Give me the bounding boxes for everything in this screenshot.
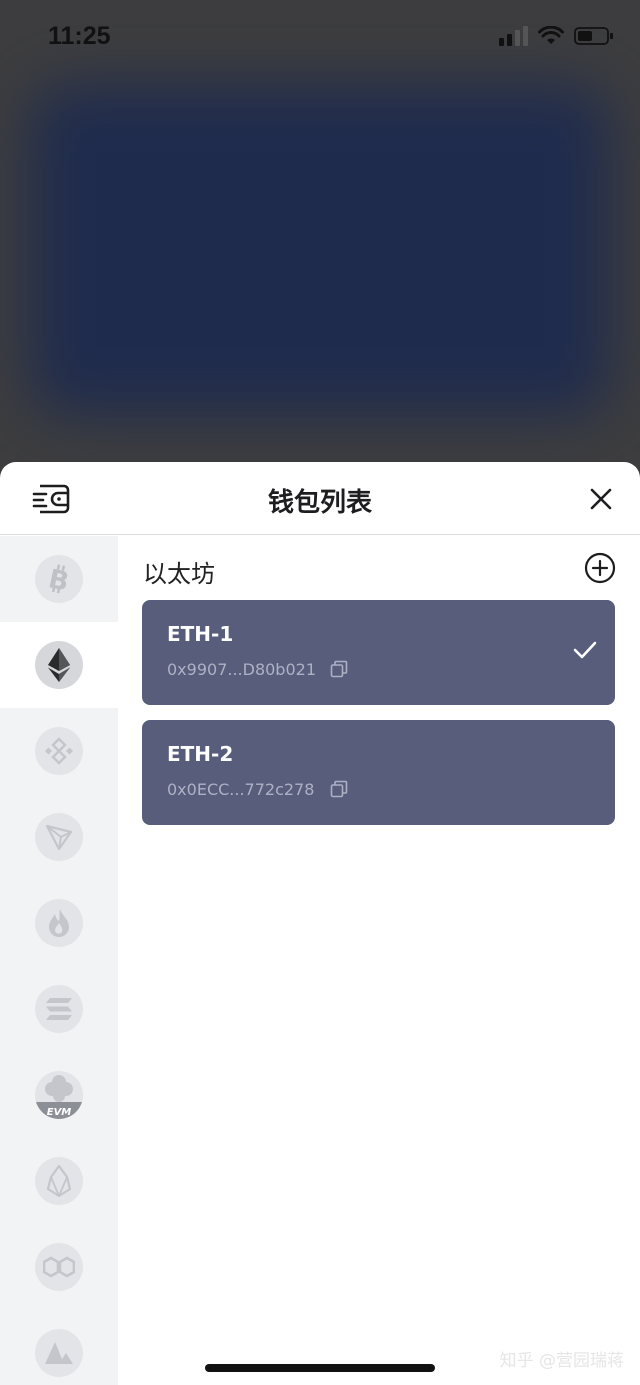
heco-flame-icon: [49, 909, 69, 937]
chain-item-tron[interactable]: [0, 794, 118, 880]
copy-icon[interactable]: [330, 660, 348, 678]
watermark: 知乎 @营园瑞蒋: [499, 1351, 624, 1371]
status-time: 11:25: [48, 22, 111, 50]
close-icon[interactable]: [588, 486, 614, 512]
wallet-card-eth-2[interactable]: ETH-2 0x0ECC...772c278: [142, 720, 615, 825]
cellular-signal-icon: [499, 26, 528, 46]
chain-item-heco[interactable]: [0, 880, 118, 966]
selected-check-icon: [573, 641, 597, 659]
chain-item-eos[interactable]: [0, 1138, 118, 1224]
chain-sidebar: B EVM: [0, 536, 118, 1385]
battery-icon: [574, 27, 613, 45]
wifi-icon: [538, 26, 564, 44]
chain-item-bitcoin[interactable]: B: [0, 536, 118, 622]
wallet-name: ETH-1: [167, 622, 234, 646]
sheet-title: 钱包列表: [267, 488, 372, 518]
wallet-address: 0x0ECC...772c278: [167, 780, 315, 799]
status-icons: [499, 26, 614, 46]
avalanche-icon: [45, 1342, 73, 1364]
chain-item-bnb[interactable]: [0, 708, 118, 794]
status-bar: 11:25: [0, 0, 640, 80]
tron-icon: [45, 824, 73, 851]
wallet-address: 0x9907...D80b021: [167, 660, 316, 679]
eos-icon: [47, 1165, 71, 1197]
evm-label: EVM: [47, 1107, 72, 1118]
wallet-list-panel: 以太坊 ETH-1 0x9907...D80b021 ETH-2 0x0ECC.…: [118, 536, 640, 1385]
chain-item-solana[interactable]: [0, 966, 118, 1052]
chain-item-avalanche[interactable]: [0, 1310, 118, 1385]
solana-icon: [46, 998, 72, 1020]
ethereum-icon: [48, 648, 70, 682]
chain-item-polygon[interactable]: [0, 1224, 118, 1310]
blurred-card-shape: [30, 85, 610, 415]
wallet-card-eth-1[interactable]: ETH-1 0x9907...D80b021: [142, 600, 615, 705]
evm-icon: EVM: [35, 1075, 83, 1119]
polygon-icon: [43, 1256, 75, 1278]
wallet-name: ETH-2: [167, 742, 234, 766]
chain-section-title: 以太坊: [143, 560, 215, 588]
copy-icon[interactable]: [330, 780, 348, 798]
wallet-list-sheet: 钱包列表 B EVM 以太坊 ETH-1 0x9907...D80b021 ET…: [0, 462, 640, 1385]
chain-item-ethereum[interactable]: [0, 622, 118, 708]
sheet-header: 钱包列表: [0, 462, 640, 535]
bnb-icon: [45, 737, 73, 765]
add-wallet-icon[interactable]: [584, 552, 616, 584]
home-indicator: [205, 1364, 435, 1372]
bitcoin-icon: B: [46, 564, 71, 594]
chain-item-evm[interactable]: EVM: [0, 1052, 118, 1138]
